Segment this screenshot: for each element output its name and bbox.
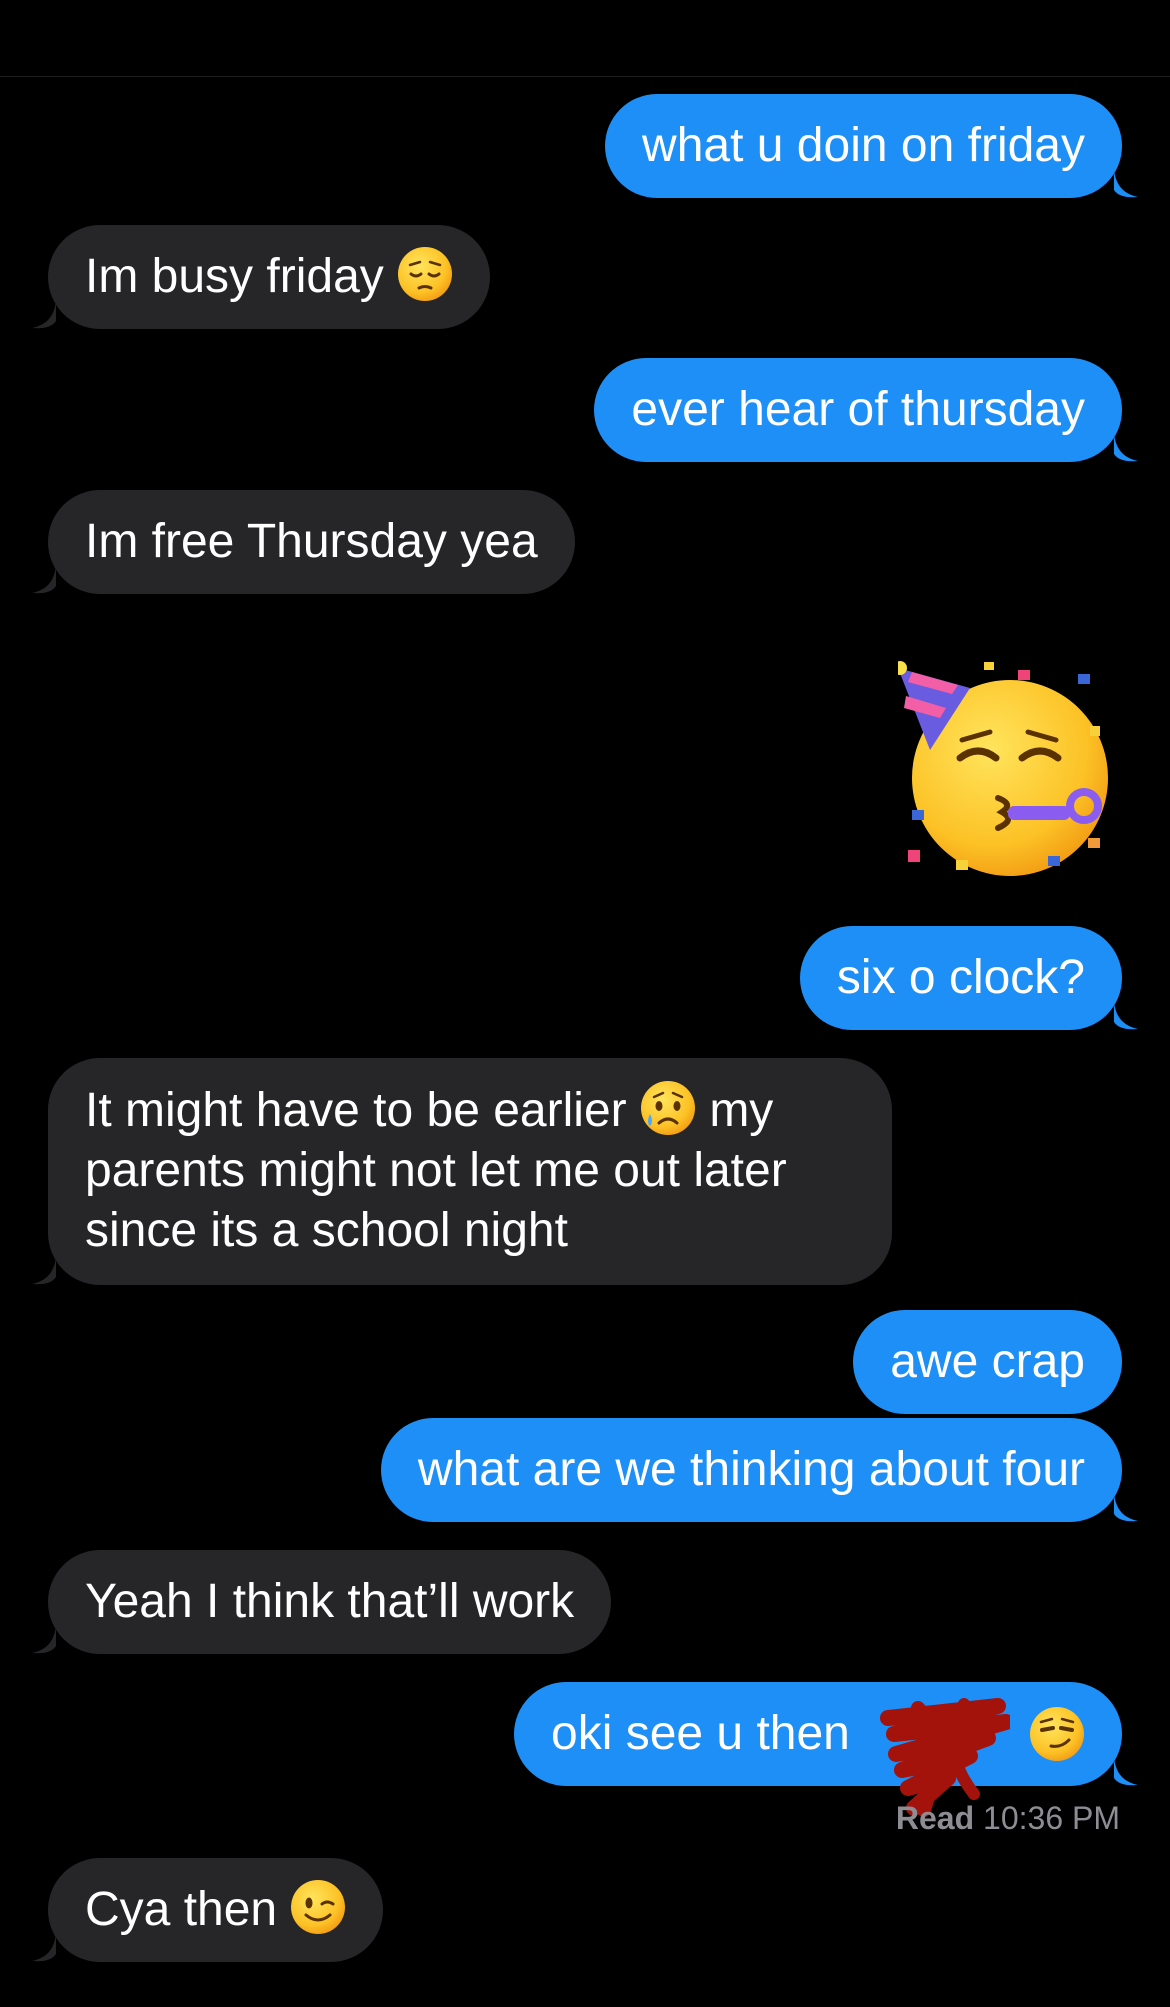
message-bubble-incoming[interactable]: Cya then	[32, 1858, 384, 1962]
bubble-tail	[1114, 434, 1138, 462]
read-time: 10:36 PM	[983, 1800, 1120, 1836]
winking-face-icon	[291, 1880, 346, 1934]
message-text: Yeah I think that’ll work	[85, 1575, 575, 1628]
bubble-tail	[32, 1626, 56, 1654]
message-text: Cya then	[85, 1883, 278, 1936]
bubble-tail	[1114, 1002, 1138, 1030]
message-bubble-incoming[interactable]: Im busy friday	[32, 225, 491, 329]
message-text: awe crap	[890, 1335, 1085, 1388]
bubble-tail	[32, 301, 56, 329]
message-text: oki see u then	[551, 1707, 850, 1760]
sad-but-relieved-face-icon	[640, 1081, 695, 1135]
message-bubble-outgoing[interactable]: ever hear of thursday	[594, 358, 1138, 462]
bubble-tail	[32, 566, 56, 594]
message-text: ever hear of thursday	[631, 383, 1085, 436]
message-bubble-outgoing[interactable]: what u doin on friday	[605, 94, 1138, 198]
message-bubble-outgoing[interactable]: awe crap	[853, 1310, 1122, 1414]
read-receipt: Read 10:36 PM	[896, 1800, 1120, 1837]
message-text: what are we thinking about four	[417, 1443, 1085, 1496]
bubble-tail	[32, 1257, 56, 1285]
smirking-face-icon	[1030, 1707, 1084, 1761]
message-text: six o clock?	[836, 951, 1085, 1004]
message-text: Im busy friday	[85, 250, 384, 303]
read-label: Read	[895, 1800, 975, 1836]
partying-face-icon[interactable]	[898, 660, 1120, 882]
top-divider	[0, 76, 1170, 77]
bubble-tail	[1114, 1494, 1138, 1522]
message-bubble-incoming[interactable]: Yeah I think that’ll work	[32, 1550, 612, 1654]
message-text: Im free Thursday yea	[85, 515, 538, 568]
message-bubble-outgoing[interactable]: what are we thinking about four	[380, 1418, 1138, 1522]
pensive-face-icon	[398, 247, 453, 301]
message-bubble-outgoing[interactable]: six o clock?	[799, 926, 1138, 1030]
message-bubble-outgoing[interactable]: oki see u then	[514, 1682, 1138, 1786]
message-bubble-incoming[interactable]: It might have to be earlier my parents m…	[32, 1058, 892, 1285]
bubble-tail	[1114, 1758, 1138, 1786]
message-text: It might have to be earlier	[85, 1084, 627, 1137]
message-text: what u doin on friday	[642, 119, 1085, 172]
message-bubble-incoming[interactable]: Im free Thursday yea	[32, 490, 575, 594]
bubble-tail	[1114, 170, 1138, 198]
bubble-tail	[32, 1934, 56, 1962]
